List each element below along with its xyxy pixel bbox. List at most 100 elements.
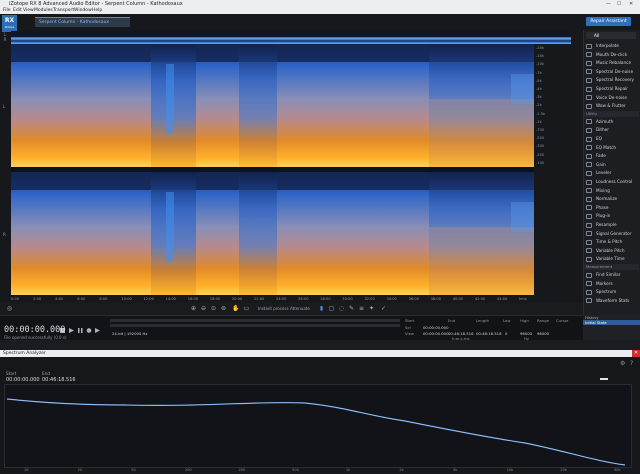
lasso-icon[interactable]: ◌ xyxy=(338,305,345,312)
module-label: Spectral Repair xyxy=(596,86,629,91)
zoom-in-icon[interactable]: ⊕ xyxy=(190,305,197,312)
loop-icon[interactable] xyxy=(95,328,100,333)
module-icon xyxy=(586,95,592,101)
hand-icon[interactable]: ✋ xyxy=(232,305,239,312)
module-label: Mouth De-click xyxy=(596,51,628,57)
pause-icon[interactable] xyxy=(78,328,80,333)
module-item[interactable]: Plug-in xyxy=(584,212,639,220)
record-icon[interactable] xyxy=(86,328,92,333)
module-label: Spectral De-noise xyxy=(596,68,634,74)
module-label: Azimuth xyxy=(596,118,614,124)
module-label: Find Similar xyxy=(596,272,621,277)
freq-tick: -20k xyxy=(536,46,544,50)
instant-process-mode[interactable]: Attenuate xyxy=(290,306,310,311)
module-item[interactable]: Spectral Repair xyxy=(584,85,639,93)
spectrogram-channel-r xyxy=(11,172,534,295)
headphones-icon[interactable]: ◎ xyxy=(6,305,13,312)
time-select-icon[interactable]: ▮ xyxy=(318,305,325,312)
freq-tick: -200 xyxy=(536,152,545,157)
sel-start-value[interactable]: 00:00:00.000 xyxy=(423,325,449,330)
module-item[interactable]: Music Rebalance xyxy=(584,59,639,67)
play-icon[interactable] xyxy=(69,328,74,333)
module-item[interactable]: Voice De-noise xyxy=(584,94,639,102)
freq-tick: -300 xyxy=(536,144,545,149)
module-item[interactable]: Signal Generator xyxy=(584,230,639,238)
history-panel: History Initial State xyxy=(583,315,640,340)
module-item[interactable]: Normalize xyxy=(584,195,639,203)
file-tab[interactable]: Serpent Column - Kathodosaux xyxy=(35,17,130,27)
sa-end-label: End xyxy=(42,371,50,376)
overview-label: LR xyxy=(0,32,10,42)
time-tick: 8:00 xyxy=(99,297,108,301)
maximize-button[interactable]: ☐ xyxy=(617,0,621,8)
module-item[interactable]: Resample xyxy=(584,221,639,229)
history-initial-state[interactable]: Initial State xyxy=(583,320,640,325)
select-icon[interactable]: ▭ xyxy=(243,305,250,312)
sa-help-icon[interactable]: ? xyxy=(630,360,633,367)
tweak-icon[interactable]: ✓ xyxy=(380,305,387,312)
module-item[interactable]: Variable Pitch xyxy=(584,247,639,255)
zoom-selection-icon[interactable]: ⊙ xyxy=(210,305,217,312)
module-item[interactable]: EQ xyxy=(584,135,639,143)
title-bar: iZotope RX 8 Advanced Audio Editor - Ser… xyxy=(0,0,640,8)
time-tick: 14:00 xyxy=(165,297,176,301)
module-label: Variable Time xyxy=(596,256,625,262)
time-tick: 4:00 xyxy=(55,297,64,301)
range-value[interactable]: 96000 xyxy=(537,331,549,336)
rect-select-icon[interactable]: ▢ xyxy=(328,305,335,312)
window-title: iZotope RX 8 Advanced Audio Editor - Ser… xyxy=(9,1,183,7)
module-item[interactable]: Fade xyxy=(584,152,639,160)
module-item[interactable]: Phase xyxy=(584,204,639,212)
module-item[interactable]: Waveform Stats xyxy=(584,297,639,305)
module-item[interactable]: Spectrum xyxy=(584,288,639,296)
minimize-button[interactable]: — xyxy=(606,0,611,8)
channel-label-r: R xyxy=(3,232,6,237)
low-value[interactable]: 0 xyxy=(505,331,507,336)
zoom-out-icon[interactable]: ⊖ xyxy=(200,305,207,312)
module-item[interactable]: Leveler xyxy=(584,169,639,177)
zoom-fit-icon[interactable]: ⊚ xyxy=(220,305,227,312)
module-item[interactable]: Mixing xyxy=(584,187,639,195)
time-display: 00:00:00.000 xyxy=(4,325,66,335)
sel-label: Sel xyxy=(405,325,411,330)
module-item[interactable]: Time & Pitch xyxy=(584,238,639,246)
module-filter-dropdown[interactable]: All xyxy=(586,32,636,39)
wand-icon[interactable]: ✦ xyxy=(368,305,375,312)
close-button[interactable]: ✕ xyxy=(629,0,633,8)
module-label: Mixing xyxy=(596,187,610,193)
sa-legend-swatch xyxy=(600,378,608,380)
time-format-label: h:m:s.ms xyxy=(452,336,470,341)
freq-tick: -10k xyxy=(536,62,544,67)
sa-start-value: 00:00:00.000 xyxy=(6,377,40,383)
instant-process-label[interactable]: Instant process xyxy=(258,306,289,311)
module-label: Spectral Recovery xyxy=(596,77,635,83)
module-icon xyxy=(586,162,592,168)
module-item[interactable]: Spectral Recovery xyxy=(584,76,639,84)
module-item[interactable]: EQ Match xyxy=(584,144,639,152)
view-length-value[interactable]: 00:46:18.516 xyxy=(476,331,502,336)
harmonic-select-icon[interactable]: ≡ xyxy=(358,305,365,312)
overview-waveform[interactable] xyxy=(11,31,571,45)
module-item[interactable]: Gain xyxy=(584,161,639,169)
module-icon xyxy=(586,298,592,304)
view-start-value[interactable]: 00:00:00.000 xyxy=(423,331,449,336)
module-item[interactable]: Spectral De-noise xyxy=(584,68,639,76)
module-icon xyxy=(586,43,592,49)
module-item[interactable]: Variable Time xyxy=(584,255,639,263)
brush-icon[interactable]: ✎ xyxy=(348,305,355,312)
module-item[interactable]: Markers xyxy=(584,280,639,288)
module-item[interactable]: Find Similar xyxy=(584,271,639,279)
module-label: Dither xyxy=(596,127,609,133)
spectrogram-view[interactable] xyxy=(11,44,534,296)
module-item[interactable]: Loudness Control xyxy=(584,178,639,186)
module-item[interactable]: Interpolate xyxy=(584,42,639,50)
sa-settings-icon[interactable]: ⚙ xyxy=(620,360,625,367)
spectrum-analyzer-close-button[interactable]: ✕ xyxy=(632,350,640,357)
repair-assistant-button[interactable]: Repair Assistant xyxy=(586,17,631,26)
module-icon xyxy=(586,103,592,109)
module-item[interactable]: Mouth De-click xyxy=(584,51,639,59)
module-item[interactable]: Wow & Flutter xyxy=(584,102,639,110)
module-icon xyxy=(586,205,592,211)
module-item[interactable]: Azimuth xyxy=(584,118,639,126)
module-item[interactable]: Dither xyxy=(584,126,639,134)
